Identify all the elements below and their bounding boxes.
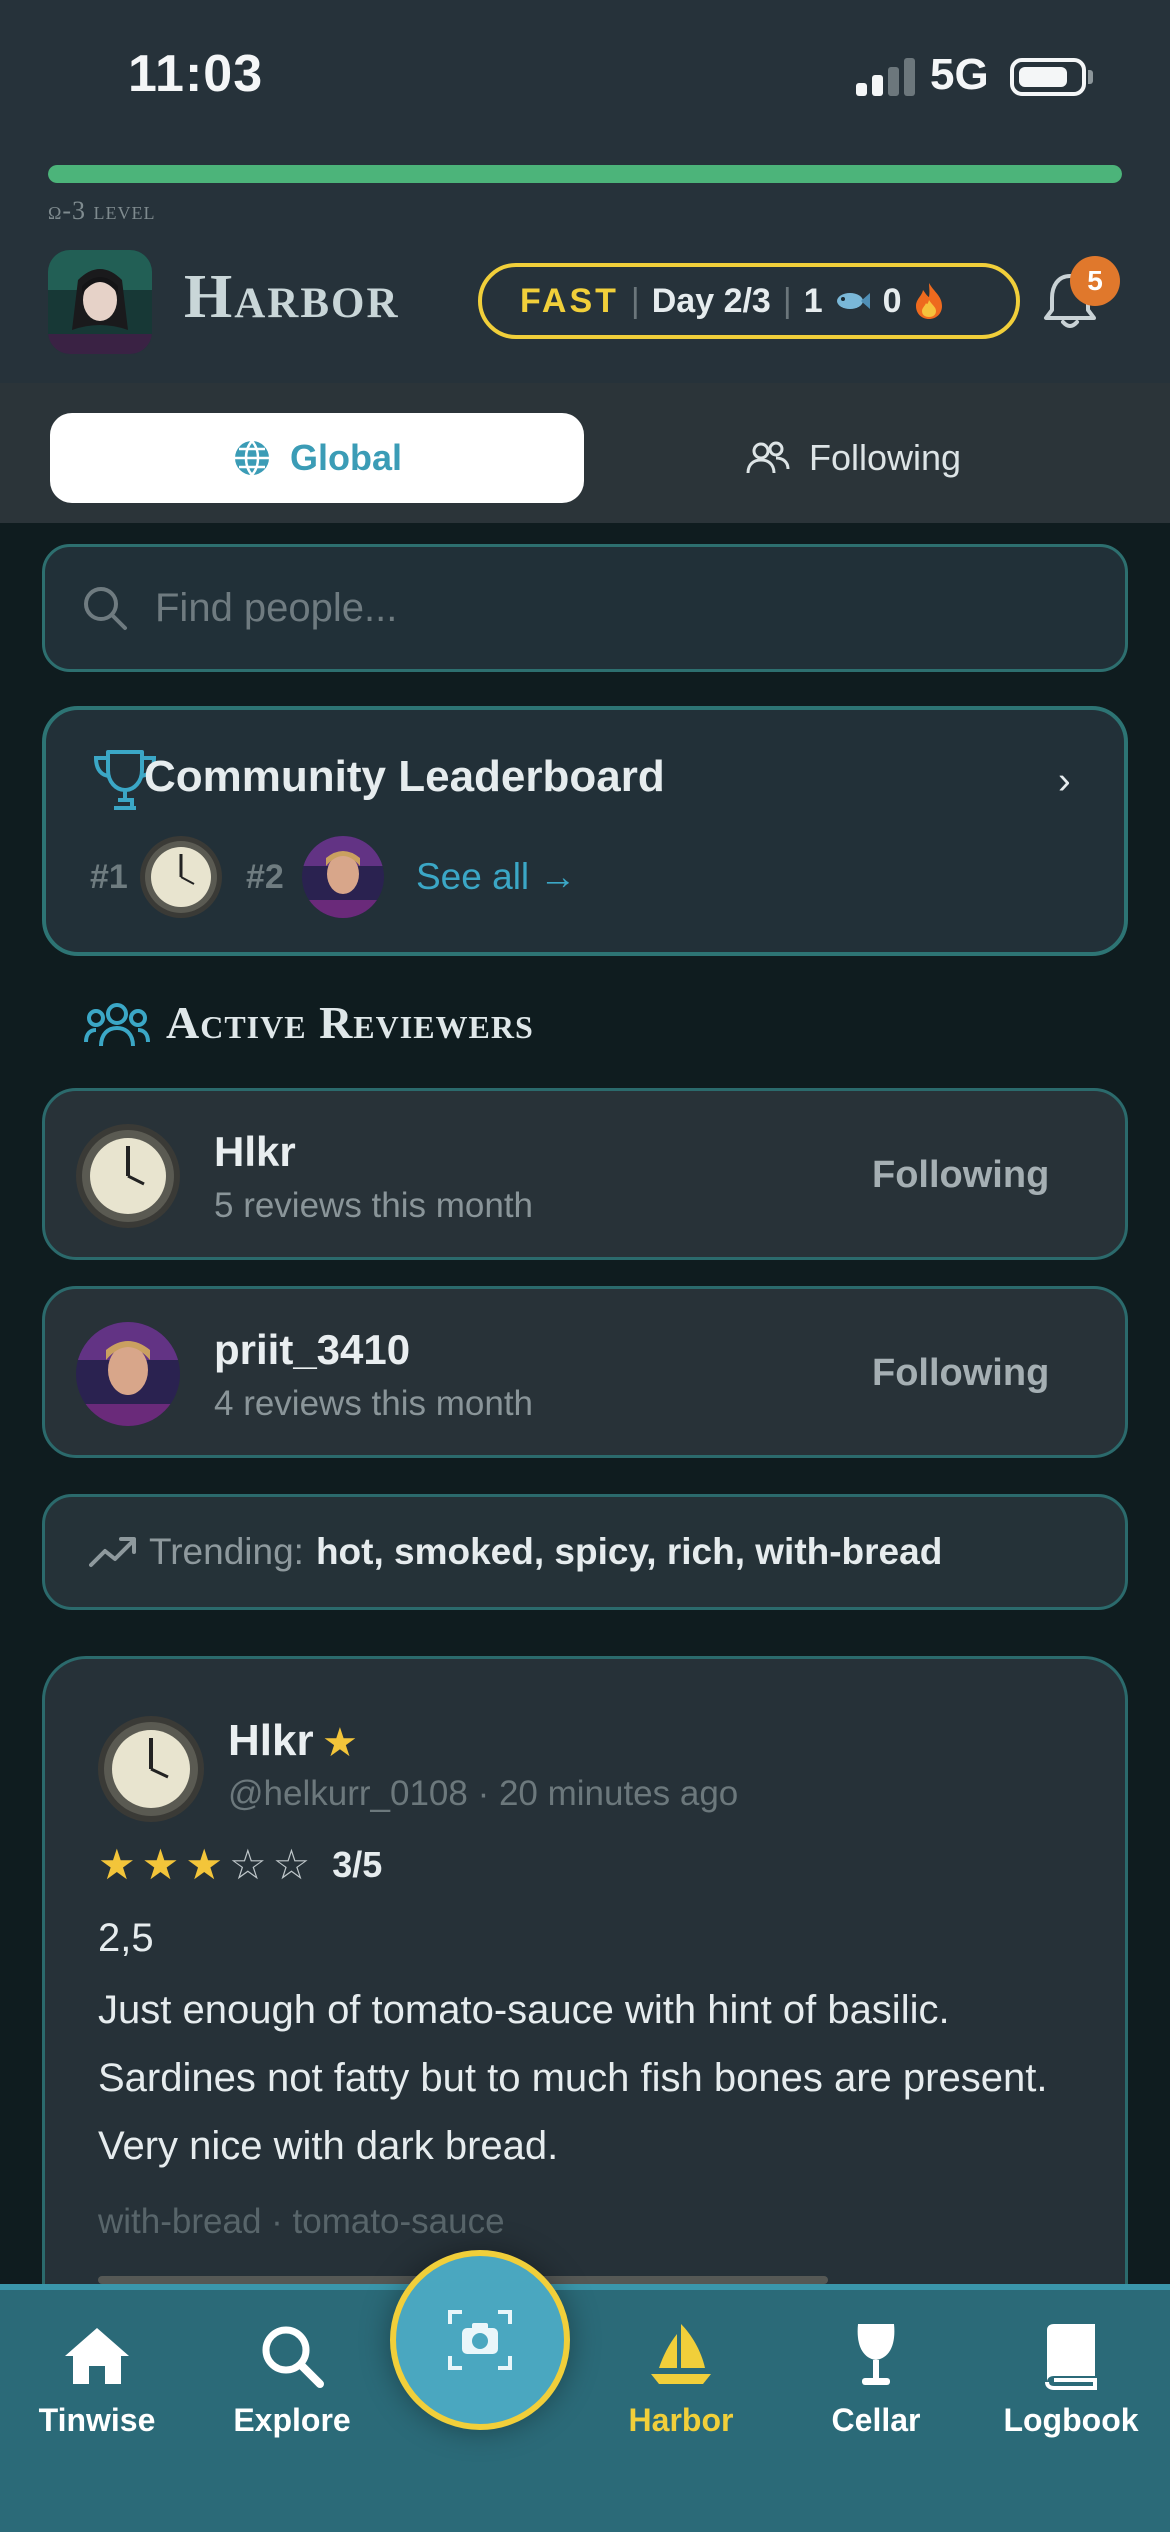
fast-day-label: Day 2/3: [651, 281, 771, 320]
tab-following[interactable]: Following: [586, 413, 1120, 503]
nav-cellar[interactable]: Cellar: [776, 2320, 976, 2439]
home-icon: [65, 2328, 129, 2384]
nav-tinwise[interactable]: Tinwise: [0, 2320, 197, 2439]
trending-label: Trending:: [149, 1531, 304, 1572]
fast-mode-label: FAST: [520, 281, 619, 320]
post-body: Just enough of tomato-sauce with hint of…: [98, 1988, 1048, 2168]
star-filled-icon: ★: [141, 1841, 180, 1888]
globe-icon: [234, 440, 269, 476]
post-author-avatar[interactable]: [98, 1716, 204, 1822]
page-title: Harbor: [184, 263, 400, 331]
camera-icon: [448, 2310, 512, 2370]
profile-avatar[interactable]: [48, 250, 152, 354]
rating-stars: ★ ★ ★ ☆ ☆ 3/5: [98, 1844, 382, 1886]
nav-label: Harbor: [628, 2402, 734, 2438]
reviewer-avatar[interactable]: [76, 1322, 180, 1426]
star-empty-icon: ☆: [272, 1841, 311, 1888]
reviewer-subtitle: 4 reviews this month: [214, 1384, 534, 1423]
post-score: 2,5: [98, 1916, 154, 1960]
following-button[interactable]: Following: [872, 1352, 1049, 1395]
reviewers-icon: [84, 1003, 150, 1047]
reviewer-avatar[interactable]: [76, 1124, 180, 1228]
fish-icon: [836, 293, 870, 309]
level-progress-bar: [48, 165, 1122, 183]
camera-scan-button[interactable]: [390, 2250, 570, 2430]
trending-bar[interactable]: Trending: hot, smoked, spicy, rich, with…: [42, 1494, 1128, 1610]
post-meta: @helkurr_0108 · 20 minutes ago: [228, 1774, 739, 1813]
notification-badge: 5: [1070, 256, 1120, 306]
nav-label: Cellar: [831, 2402, 921, 2438]
signal-icon: [856, 58, 916, 96]
battery-tip: [1088, 70, 1093, 84]
tab-global-label: Global: [289, 437, 402, 478]
battery-icon: [1010, 58, 1086, 96]
flame-count: 0: [882, 281, 902, 320]
fast-status-pill[interactable]: FAST | Day 2/3 | 1 0: [478, 263, 1020, 339]
post-author-name[interactable]: Hlkr: [228, 1716, 314, 1766]
status-time: 11:03: [128, 45, 264, 103]
reviewer-name: priit_3410: [214, 1326, 411, 1373]
search-icon: [84, 587, 127, 630]
reviewer-name: Hlkr: [214, 1128, 296, 1175]
pill-divider: |: [630, 281, 640, 320]
level-label: ω-3 level: [48, 196, 156, 225]
rating-text: 3/5: [332, 1844, 383, 1885]
pill-divider: |: [782, 281, 792, 320]
trending-tags[interactable]: hot, smoked, spicy, rich, with-bread: [316, 1531, 942, 1573]
flame-icon: [915, 283, 942, 319]
star-badge-icon: ★: [322, 1721, 358, 1765]
sailboat-icon: [651, 2324, 711, 2384]
rank-2-label: #2: [246, 858, 284, 896]
wine-glass-icon: [857, 2324, 895, 2385]
see-all-link[interactable]: See all →: [416, 856, 576, 898]
post-tags[interactable]: with-bread · tomato-sauce: [98, 2202, 505, 2242]
fish-count: 1: [803, 281, 823, 320]
nav-harbor[interactable]: Harbor: [581, 2320, 781, 2439]
nav-label: Explore: [233, 2402, 351, 2438]
nav-label: Tinwise: [38, 2402, 156, 2438]
book-icon: [1045, 2324, 1097, 2390]
tab-following-label: Following: [808, 437, 962, 478]
network-type: 5G: [930, 50, 989, 99]
leaderboard-avatar-2[interactable]: [302, 836, 384, 918]
search-icon: [262, 2326, 324, 2388]
star-filled-icon: ★: [98, 1841, 136, 1888]
trending-up-icon: [89, 1537, 136, 1567]
leaderboard-title: Community Leaderboard: [144, 752, 665, 801]
people-icon: [746, 441, 790, 474]
search-placeholder: Find people...: [155, 585, 398, 630]
leaderboard-avatar-1[interactable]: [140, 836, 222, 918]
chevron-right-icon[interactable]: ›: [1058, 760, 1071, 803]
nav-explore[interactable]: Explore: [192, 2320, 392, 2439]
reviewer-subtitle: 5 reviews this month: [214, 1186, 534, 1225]
star-filled-icon: ★: [185, 1841, 223, 1888]
nav-label: Logbook: [1003, 2402, 1139, 2438]
star-empty-icon: ☆: [228, 1841, 267, 1888]
nav-logbook[interactable]: Logbook: [971, 2320, 1170, 2439]
section-title: Active Reviewers: [166, 997, 534, 1048]
tab-global[interactable]: Global: [50, 413, 584, 503]
search-input[interactable]: Find people...: [42, 544, 1128, 672]
following-button[interactable]: Following: [872, 1154, 1049, 1197]
community-leaderboard-card[interactable]: [42, 706, 1128, 956]
rank-1-label: #1: [90, 858, 128, 896]
level-progress-fill: [48, 165, 1122, 183]
